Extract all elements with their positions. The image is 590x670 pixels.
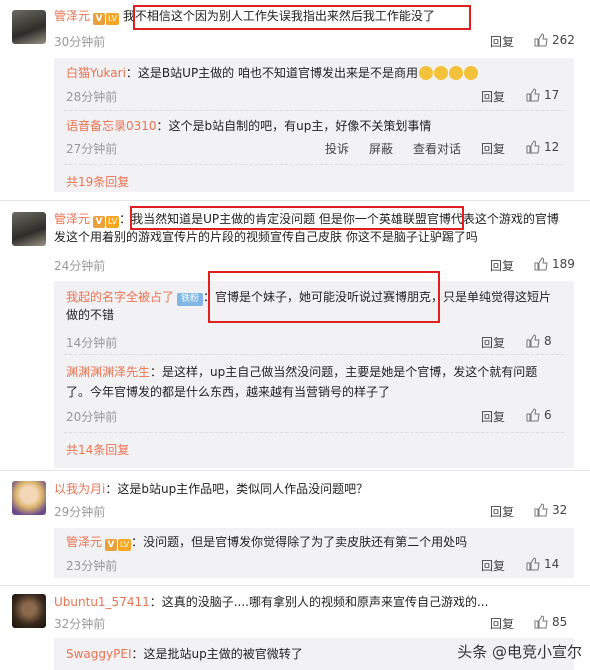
watermark: 头条 @电竞小宣尔 [457, 643, 582, 661]
block-button[interactable]: 屏蔽 [369, 140, 393, 157]
timestamp: 28分钟前 [66, 90, 118, 104]
verified-icon: V [93, 13, 106, 25]
reply-button[interactable]: 回复 [481, 140, 505, 157]
username[interactable]: SwaggyPEI [66, 647, 131, 661]
emoji-icon [434, 66, 448, 80]
timestamp: 24分钟前 [54, 259, 106, 273]
reply-body: ：这个是b站自制的吧，有up主，好像不关策划事情 [156, 119, 432, 133]
timestamp: 32分钟前 [54, 617, 106, 631]
reply-body: ：没问题，但是官博发你觉得除了为了卖皮肤还有第二个用处吗 [131, 535, 468, 549]
like-button[interactable]: 6 [526, 408, 552, 422]
timestamp: 23分钟前 [66, 559, 118, 573]
reply-text: 管泽元 V LV ：没问题，但是官博发你觉得除了为了卖皮肤还有第二个用处吗 [66, 534, 467, 551]
reply-body: 了。今年官博发的都是什么东西，越来越有当营销号的样子了 [66, 385, 391, 399]
like-count: 17 [544, 88, 560, 102]
timestamp: 29分钟前 [54, 505, 106, 519]
reply-body: ：这是B站UP主做的 咱也不知道官博发出来是不是商用 [125, 66, 418, 80]
username[interactable]: 管泽元 [54, 9, 90, 23]
username[interactable]: 语音备忘录0310 [66, 119, 157, 133]
username[interactable]: 管泽元 [66, 535, 102, 549]
highlight-box [208, 271, 440, 323]
reply-button[interactable]: 回复 [490, 33, 514, 50]
username[interactable]: Ubuntu1_57411 [54, 595, 150, 609]
like-count: 262 [552, 33, 575, 47]
timestamp: 30分钟前 [54, 35, 106, 49]
thumbs-up-icon [534, 615, 548, 629]
like-count: 189 [552, 257, 575, 271]
emoji-icon [419, 66, 433, 80]
more-replies-link[interactable]: 共19条回复 [66, 173, 129, 190]
thumbs-up-icon [534, 257, 548, 271]
report-button[interactable]: 投诉 [325, 140, 349, 157]
thumbs-up-icon [534, 33, 548, 47]
emoji-icon [464, 66, 478, 80]
like-button[interactable]: 8 [526, 334, 552, 348]
username[interactable]: 渊渊渊渊泽先生 [66, 365, 150, 379]
reply-text: SwaggyPEI：这是批站up主做的被官微转了 [66, 646, 303, 662]
reply-button[interactable]: 回复 [481, 557, 505, 574]
thumbs-up-icon [526, 557, 540, 571]
timestamp: 14分钟前 [66, 336, 118, 350]
like-button[interactable]: 14 [526, 557, 559, 571]
reply-body: 做的不错 [66, 308, 115, 322]
reply-body: ：这是批站up主做的被官微转了 [131, 647, 303, 661]
reply-button[interactable]: 回复 [481, 88, 505, 105]
like-count: 6 [544, 408, 552, 422]
comment-body: 发这个用着别的游戏宣传片的片段的视频宣传自己皮肤 你这不是脑子让驴踢了吗 [54, 230, 478, 244]
comment-text: Ubuntu1_57411：这真的没脑子....哪有拿别人的视频和原声来宣传自己… [54, 594, 488, 610]
comment-text: 以我为月i：这是b站up主作品吧，类似同人作品没问题吧？ [54, 481, 368, 497]
verified-icon: V [93, 216, 106, 228]
like-count: 14 [544, 557, 560, 571]
avatar[interactable] [12, 212, 46, 246]
level-badge-icon: LV [118, 539, 132, 551]
username[interactable]: 以我为月i [54, 482, 105, 496]
like-button[interactable]: 32 [534, 503, 567, 517]
like-count: 12 [544, 140, 560, 154]
like-button[interactable]: 85 [534, 615, 567, 629]
reply-text: 白猫Yukari：这是B站UP主做的 咱也不知道官博发出来是不是商用 [66, 65, 478, 81]
comment-body: ：这是b站up主作品吧，类似同人作品没问题吧？ [105, 482, 369, 496]
level-badge-icon: LV [106, 216, 120, 228]
thumbs-up-icon [534, 503, 548, 517]
timestamp: 27分钟前 [66, 142, 118, 156]
emoji-icon [449, 66, 463, 80]
reply-button[interactable]: 回复 [481, 408, 505, 425]
timestamp: 20分钟前 [66, 410, 118, 424]
username[interactable]: 管泽元 [54, 212, 90, 226]
reply-body: ：是这样，up主自己做当然没问题，主要是她是个官博，发这个就有问题 [150, 365, 538, 379]
reply-button[interactable]: 回复 [490, 257, 514, 274]
thumbs-up-icon [526, 88, 540, 102]
highlight-box [130, 206, 464, 230]
avatar[interactable] [12, 481, 46, 515]
verified-icon: V [105, 539, 118, 551]
avatar[interactable] [12, 10, 46, 44]
view-conversation-button[interactable]: 查看对话 [413, 140, 461, 157]
like-button[interactable]: 262 [534, 33, 575, 47]
comment-body: ：这真的没脑子....哪有拿别人的视频和原声来宣传自己游戏的... [149, 595, 489, 609]
reply-text: 渊渊渊渊泽先生：是这样，up主自己做当然没问题，主要是她是个官博，发这个就有问题… [66, 362, 566, 402]
reply-button[interactable]: 回复 [490, 615, 514, 632]
reply-button[interactable]: 回复 [490, 503, 514, 520]
like-count: 32 [552, 503, 568, 517]
reply-button[interactable]: 回复 [481, 334, 505, 351]
thumbs-up-icon [526, 408, 540, 422]
like-count: 8 [544, 334, 552, 348]
like-button[interactable]: 189 [534, 257, 575, 271]
like-button[interactable]: 17 [526, 88, 559, 102]
highlight-box [133, 5, 471, 30]
more-replies-link[interactable]: 共14条回复 [66, 441, 129, 458]
reply-text: 语音备忘录0310：这个是b站自制的吧，有up主，好像不关策划事情 [66, 118, 431, 134]
avatar[interactable] [12, 594, 46, 628]
username[interactable]: 我起的名字全被占了 [66, 290, 174, 304]
fan-badge: 铁粉 [177, 293, 204, 306]
level-badge-icon: LV [106, 13, 120, 25]
thumbs-up-icon [526, 334, 540, 348]
thumbs-up-icon [526, 140, 540, 154]
username[interactable]: 白猫Yukari [66, 66, 126, 80]
like-count: 85 [552, 615, 568, 629]
like-button[interactable]: 12 [526, 140, 559, 154]
